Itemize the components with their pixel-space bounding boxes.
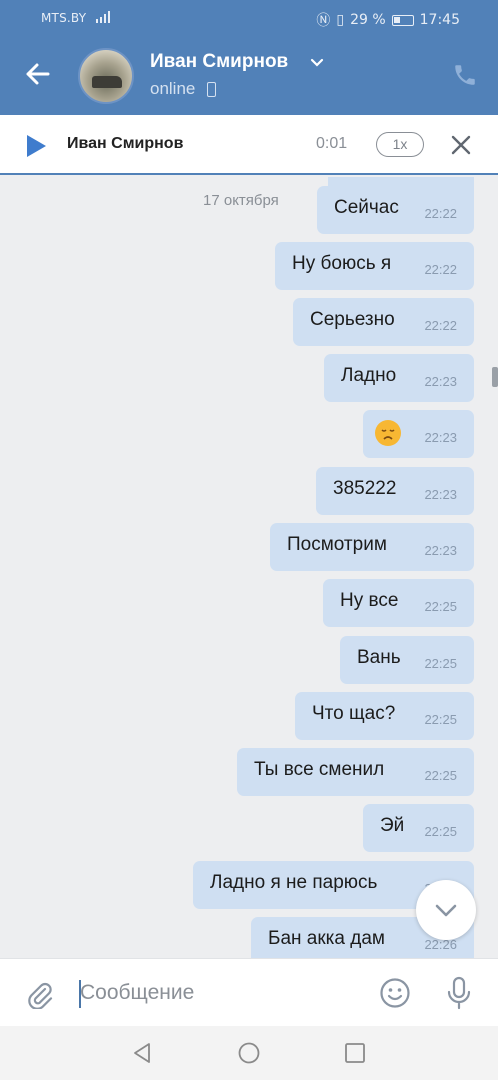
message-time: 22:22 xyxy=(424,262,457,277)
nfc-icon: Ⓝ xyxy=(316,13,331,29)
message-text: Ладно я не парюсь xyxy=(210,872,378,893)
message-bubble[interactable]: Сейчас 22:22 xyxy=(317,186,474,234)
smile-icon[interactable] xyxy=(379,977,411,1009)
message-bubble[interactable]: Ну все 22:25 xyxy=(323,579,474,627)
status-right-group: Ⓝ ▯ 29 % 17:45 xyxy=(316,10,460,30)
presence-status: online xyxy=(150,79,196,98)
message-text: Серьезно xyxy=(310,309,395,330)
player-title: Иван Смирнов xyxy=(67,135,184,152)
message-text: 385222 xyxy=(333,478,397,499)
message-text: Что щас? xyxy=(312,703,396,724)
nav-back-icon[interactable] xyxy=(131,1042,153,1064)
call-icon[interactable] xyxy=(452,62,478,88)
message-bubble[interactable]: Эй 22:25 xyxy=(363,804,474,852)
player-elapsed: 0:01 xyxy=(316,135,348,152)
message-time: 22:25 xyxy=(424,824,457,839)
message-text: Сейчас xyxy=(334,197,399,218)
message-time: 22:23 xyxy=(424,374,457,389)
message-time: 22:25 xyxy=(424,768,457,783)
status-bar: MTS.BY Ⓝ ▯ 29 % 17:45 xyxy=(0,0,498,36)
message-text: Вань xyxy=(357,647,401,668)
nav-home-icon[interactable] xyxy=(238,1042,260,1064)
message-text: Ну все xyxy=(340,590,399,611)
playback-speed-button[interactable]: 1x xyxy=(376,132,424,157)
message-text: Посмотрим xyxy=(287,534,387,555)
message-text: Ладно xyxy=(341,365,397,386)
message-bubble[interactable]: Ты все сменил 22:25 xyxy=(237,748,474,796)
message-time: 22:25 xyxy=(424,599,457,614)
message-time: 22:23 xyxy=(424,430,457,445)
message-text: Бан акка дам xyxy=(268,928,385,949)
message-bubble[interactable]: Серьезно 22:22 xyxy=(293,298,474,346)
contact-avatar[interactable] xyxy=(78,48,134,104)
back-arrow-icon[interactable] xyxy=(22,58,54,90)
message-bubble[interactable]: 385222 22:23 xyxy=(316,467,474,515)
message-composer xyxy=(0,958,498,1026)
message-list[interactable]: 17 октября Сейчас 22:22 Ну боюсь я 22:22… xyxy=(0,177,498,958)
mobile-device-icon xyxy=(207,82,216,97)
message-time: 22:22 xyxy=(424,206,457,221)
sad-face-icon xyxy=(381,429,395,440)
chat-header: Иван Смирнов online xyxy=(0,36,498,115)
message-text: Ты все сменил xyxy=(254,759,385,780)
message-time: 22:25 xyxy=(424,712,457,727)
contact-name[interactable]: Иван Смирнов xyxy=(150,51,288,73)
paperclip-icon[interactable] xyxy=(24,979,54,1009)
play-icon[interactable] xyxy=(27,135,46,157)
signal-icon xyxy=(96,11,110,23)
message-bubble[interactable]: Ну боюсь я 22:22 xyxy=(275,242,474,290)
chevron-down-icon[interactable] xyxy=(310,58,324,68)
scroll-to-bottom-button[interactable] xyxy=(416,880,476,940)
avatar-car-image xyxy=(92,76,122,88)
system-navigation-bar xyxy=(0,1026,498,1080)
message-time: 22:23 xyxy=(424,487,457,502)
message-time: 22:22 xyxy=(424,318,457,333)
message-input[interactable] xyxy=(80,977,360,1009)
carrier-label: MTS.BY xyxy=(41,11,87,25)
app-header-background: MTS.BY Ⓝ ▯ 29 % 17:45 Иван Смирнов onlin… xyxy=(0,0,498,115)
message-time: 22:25 xyxy=(424,656,457,671)
message-bubble[interactable]: Посмотрим 22:23 xyxy=(270,523,474,571)
message-text: Ну боюсь я xyxy=(292,253,392,274)
close-icon[interactable] xyxy=(450,134,472,156)
message-bubble[interactable]: Вань 22:25 xyxy=(340,636,474,684)
battery-percent: 29 % xyxy=(350,12,386,28)
message-bubble[interactable]: 22:23 xyxy=(363,410,474,458)
nav-recents-icon[interactable] xyxy=(344,1042,366,1064)
message-bubble[interactable]: Ладно 22:23 xyxy=(324,354,474,402)
battery-icon xyxy=(391,14,414,26)
scrollbar-thumb[interactable] xyxy=(492,367,498,387)
audio-player-bar: Иван Смирнов 0:01 1x xyxy=(0,115,498,175)
date-separator: 17 октября xyxy=(203,192,279,209)
message-time: 22:23 xyxy=(424,543,457,558)
message-bubble[interactable]: Что щас? 22:25 xyxy=(295,692,474,740)
microphone-icon[interactable] xyxy=(446,976,472,1010)
vibrate-icon: ▯ xyxy=(336,12,345,28)
sad-face-emoji-icon xyxy=(375,420,401,446)
message-text: Эй xyxy=(380,815,405,836)
chevron-down-icon xyxy=(435,904,457,917)
clock: 17:45 xyxy=(419,12,460,28)
